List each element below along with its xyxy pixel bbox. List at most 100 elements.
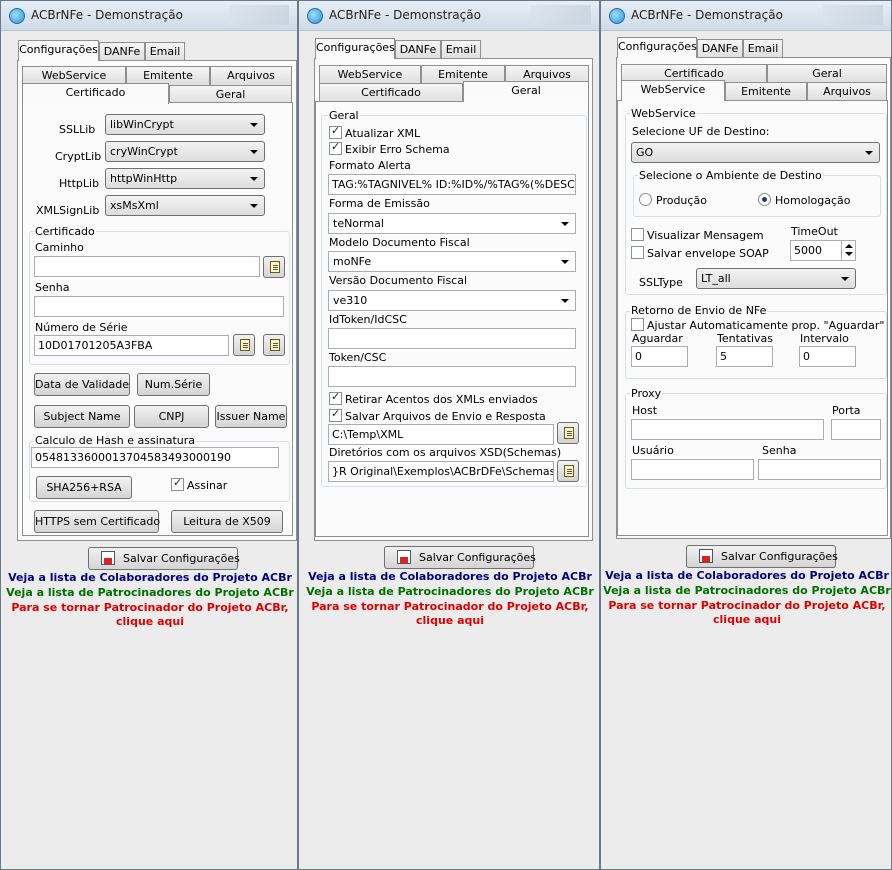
patrocinadores-link[interactable]: Veja a lista de Patrocinadores do Projet… bbox=[299, 585, 599, 598]
window-controls[interactable] bbox=[823, 5, 883, 25]
tab-arquivos[interactable]: Arquivos bbox=[210, 66, 292, 85]
timeout-field[interactable]: 5000 bbox=[790, 240, 856, 261]
salvar-arquivos-checkbox[interactable] bbox=[329, 407, 342, 422]
patrocinadores-link[interactable]: Veja a lista de Patrocinadores do Projet… bbox=[1, 586, 297, 599]
tab-geral[interactable]: Geral bbox=[767, 64, 887, 83]
atualizar-xml-checkbox[interactable] bbox=[329, 124, 342, 139]
salvar-configuracoes-button[interactable]: Salvar Configurações bbox=[88, 547, 240, 570]
window-controls[interactable] bbox=[531, 5, 591, 25]
porta-field[interactable] bbox=[831, 419, 881, 440]
app-logo-icon bbox=[9, 8, 25, 24]
host-field[interactable] bbox=[631, 419, 824, 440]
tornar-patrocinador-link[interactable]: Para se tornar Patrocinador do Projeto A… bbox=[601, 599, 891, 612]
timeout-label: TimeOut bbox=[791, 225, 838, 238]
forma-emissao-select[interactable]: teNormal bbox=[328, 213, 576, 234]
token-field[interactable] bbox=[328, 366, 576, 387]
tab-configuracoes[interactable]: Configurações bbox=[18, 40, 99, 61]
issuer-name-button[interactable]: Issuer Name bbox=[215, 405, 287, 428]
salvar-configuracoes-button[interactable]: Salvar Configurações bbox=[384, 546, 536, 569]
versao-select[interactable]: ve310 bbox=[328, 290, 576, 311]
clique-aqui-link[interactable]: clique aqui bbox=[1, 615, 297, 628]
chevron-down-icon bbox=[561, 222, 569, 226]
tab-email[interactable]: Email bbox=[145, 42, 185, 61]
geral-group-title: Geral bbox=[328, 109, 360, 122]
ajustar-checkbox[interactable] bbox=[631, 318, 644, 331]
httplib-select[interactable]: httpWinHttp bbox=[105, 168, 265, 189]
patrocinadores-link[interactable]: Veja a lista de Patrocinadores do Projet… bbox=[601, 584, 891, 597]
modelo-label: Modelo Documento Fiscal bbox=[329, 236, 470, 249]
spin-updown-icon[interactable] bbox=[841, 241, 855, 260]
clique-aqui-link[interactable]: clique aqui bbox=[601, 613, 891, 626]
browse-path-button[interactable] bbox=[557, 422, 579, 444]
tab-certificado[interactable]: Certificado bbox=[319, 83, 463, 102]
senha-field[interactable] bbox=[758, 459, 881, 480]
tab-webservice[interactable]: WebService bbox=[319, 65, 421, 84]
intervalo-field[interactable]: 0 bbox=[799, 346, 856, 367]
senha-label: Senha bbox=[35, 281, 70, 294]
browse-xsd-button[interactable] bbox=[557, 460, 579, 482]
tornar-patrocinador-link[interactable]: Para se tornar Patrocinador do Projeto A… bbox=[299, 600, 599, 613]
tab-danfe[interactable]: DANFe bbox=[99, 42, 145, 61]
path-salvar-field[interactable]: C:\Temp\XML bbox=[328, 424, 554, 445]
assinar-checkbox[interactable] bbox=[171, 476, 184, 491]
uf-select[interactable]: GO bbox=[631, 142, 880, 163]
hash-field[interactable]: 0548133600013704583493000190 bbox=[31, 447, 279, 468]
sha256-rsa-button[interactable]: SHA256+RSA bbox=[36, 476, 132, 499]
httplib-label: HttpLib bbox=[59, 177, 100, 190]
leitura-x509-button[interactable]: Leitura de X509 bbox=[171, 510, 283, 533]
uf-value: GO bbox=[636, 146, 654, 159]
salvar-arquivos-label: Salvar Arquivos de Envio e Resposta bbox=[345, 410, 546, 423]
colaboradores-link[interactable]: Veja a lista de Colaboradores do Projeto… bbox=[299, 570, 599, 583]
numero-serie-field[interactable]: 10D01701205A3FBA bbox=[34, 335, 229, 356]
window-controls[interactable] bbox=[229, 5, 289, 25]
homologacao-radio[interactable] bbox=[758, 193, 771, 206]
visualizar-mensagem-checkbox[interactable] bbox=[631, 228, 644, 241]
tab-geral[interactable]: Geral bbox=[463, 81, 589, 102]
tentativas-field[interactable]: 5 bbox=[716, 346, 773, 367]
salvar-configuracoes-button[interactable]: Salvar Configurações bbox=[686, 545, 838, 568]
producao-radio[interactable] bbox=[639, 193, 652, 206]
cryptlib-select[interactable]: cryWinCrypt bbox=[105, 141, 265, 162]
exibir-erro-schema-checkbox[interactable] bbox=[329, 140, 342, 155]
clique-aqui-link[interactable]: clique aqui bbox=[299, 614, 599, 627]
host-label: Host bbox=[632, 404, 658, 417]
colaboradores-link[interactable]: Veja a lista de Colaboradores do Projeto… bbox=[601, 569, 891, 582]
usuario-field[interactable] bbox=[631, 459, 754, 480]
cryptlib-label: CryptLib bbox=[55, 150, 102, 163]
ssltype-select[interactable]: LT_all bbox=[696, 268, 856, 289]
tab-emitente[interactable]: Emitente bbox=[725, 82, 807, 101]
https-sem-certificado-button[interactable]: HTTPS sem Certificado bbox=[34, 510, 160, 533]
intervalo-label: Intervalo bbox=[800, 332, 849, 345]
tab-webservice[interactable]: WebService bbox=[621, 80, 725, 101]
num-serie-button[interactable]: Num.Série bbox=[137, 373, 210, 396]
idtoken-field[interactable] bbox=[328, 328, 576, 349]
retirar-acentos-checkbox[interactable] bbox=[329, 390, 342, 405]
tab-danfe[interactable]: DANFe bbox=[395, 40, 441, 59]
tab-email[interactable]: Email bbox=[743, 39, 783, 58]
browse-caminho-button[interactable] bbox=[263, 256, 285, 278]
ambiente-group-title: Selecione o Ambiente de Destino bbox=[638, 169, 823, 182]
colaboradores-link[interactable]: Veja a lista de Colaboradores do Projeto… bbox=[1, 571, 297, 584]
modelo-select[interactable]: moNFe bbox=[328, 251, 576, 272]
tab-danfe[interactable]: DANFe bbox=[697, 39, 743, 58]
subject-name-button[interactable]: Subject Name bbox=[34, 405, 130, 428]
lookup-serie-button[interactable] bbox=[233, 334, 255, 356]
tab-arquivos[interactable]: Arquivos bbox=[807, 82, 887, 101]
tornar-patrocinador-link[interactable]: Para se tornar Patrocinador do Projeto A… bbox=[1, 601, 297, 614]
cnpj-button[interactable]: CNPJ bbox=[134, 405, 209, 428]
tab-certificado[interactable]: Certificado bbox=[22, 83, 169, 104]
tab-configuracoes[interactable]: Configurações bbox=[315, 38, 395, 59]
salvar-envelope-checkbox[interactable] bbox=[631, 246, 644, 259]
formato-alerta-field[interactable]: TAG:%TAGNIVEL% ID:%ID%/%TAG%(%DESCRICAO%… bbox=[328, 174, 576, 195]
lookup-serie-file-button[interactable] bbox=[263, 334, 285, 356]
tab-email[interactable]: Email bbox=[441, 40, 481, 59]
data-validade-button[interactable]: Data de Validade bbox=[34, 373, 130, 396]
tab-configuracoes[interactable]: Configurações bbox=[617, 37, 697, 58]
caminho-field[interactable] bbox=[34, 256, 260, 277]
xsd-path-field[interactable]: }R Original\Exemplos\ACBrDFe\Schemas\NFe bbox=[328, 461, 554, 482]
senha-field[interactable] bbox=[34, 296, 284, 317]
aguardar-field[interactable]: 0 bbox=[631, 346, 688, 367]
chevron-down-icon bbox=[865, 151, 873, 155]
ssllib-select[interactable]: libWinCrypt bbox=[105, 114, 265, 135]
xmlsignlib-select[interactable]: xsMsXml bbox=[105, 195, 265, 216]
